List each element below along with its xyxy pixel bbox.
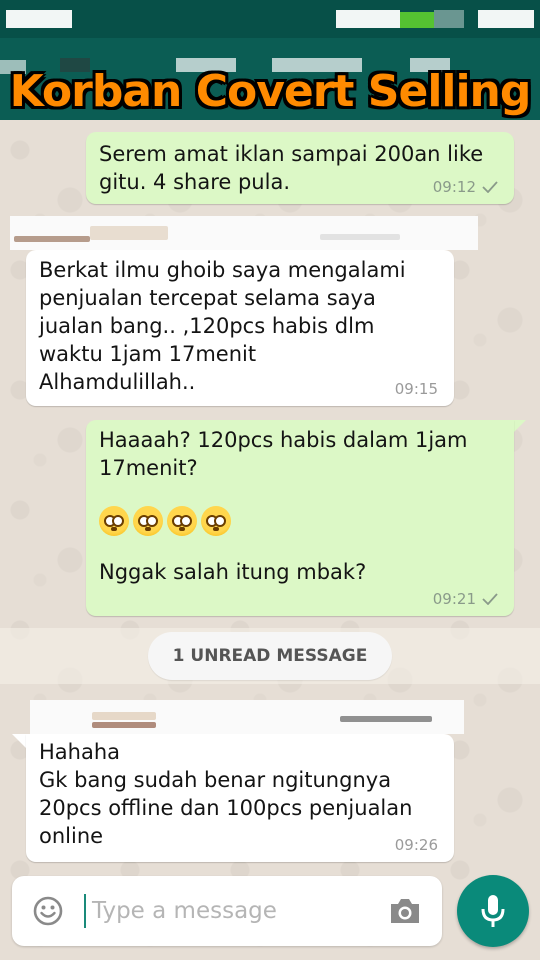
message-composer[interactable]: Type a message	[12, 876, 442, 946]
emoji-row	[99, 506, 500, 540]
message-bubble-incoming[interactable]: Hahaha Gk bang sudah benar ngitungnya 20…	[26, 734, 454, 862]
mic-icon	[481, 895, 505, 927]
redacted-area	[14, 236, 90, 242]
redacted-area	[340, 716, 432, 722]
bubble-tail	[512, 420, 526, 434]
message-time: 09:12	[432, 178, 476, 196]
camera-icon[interactable]	[388, 896, 422, 926]
redacted-area	[92, 712, 156, 720]
text-cursor	[84, 894, 86, 928]
redacted-area	[336, 10, 400, 28]
flushed-face-emoji	[99, 506, 129, 536]
battery-indicator	[400, 12, 434, 28]
message-meta: 09:15	[395, 380, 438, 398]
message-bubble-incoming[interactable]: Berkat ilmu ghoib saya mengalami penjual…	[26, 250, 454, 406]
message-text: Berkat ilmu ghoib saya mengalami penjual…	[39, 258, 406, 394]
check-icon	[482, 593, 498, 605]
unread-message-badge: 1 UNREAD MESSAGE	[148, 632, 392, 680]
redacted-area	[6, 10, 72, 28]
mic-button[interactable]	[457, 875, 529, 947]
emoji-icon[interactable]	[32, 895, 64, 927]
check-icon	[482, 181, 498, 193]
message-text: Haaaah? 120pcs habis dalam 1jam 17menit?	[99, 428, 468, 480]
message-bubble-outgoing[interactable]: Serem amat iklan sampai 200an like gitu.…	[86, 132, 514, 204]
message-meta: 09:26	[395, 836, 438, 854]
message-meta: 09:21	[433, 590, 498, 608]
message-time: 09:26	[394, 836, 438, 854]
bubble-tail	[12, 734, 26, 748]
message-text: Hahaha Gk bang sudah benar ngitungnya 20…	[39, 740, 413, 848]
message-time: 09:15	[394, 380, 438, 398]
sender-name-redacted	[10, 216, 478, 250]
redacted-area	[92, 722, 156, 728]
chat-header: Korban Covert Selling	[0, 0, 540, 120]
flushed-face-emoji	[167, 506, 197, 536]
flushed-face-emoji	[133, 506, 163, 536]
redacted-area	[434, 10, 464, 28]
message-input[interactable]: Type a message	[92, 896, 277, 926]
message-meta: 09:12	[433, 178, 498, 196]
message-text: Nggak salah itung mbak?	[99, 560, 367, 584]
message-time: 09:21	[432, 590, 476, 608]
redacted-area	[320, 234, 400, 240]
redacted-area	[478, 10, 534, 28]
overlay-title: Korban Covert Selling	[9, 66, 532, 117]
message-bubble-outgoing[interactable]: Haaaah? 120pcs habis dalam 1jam 17menit?…	[86, 420, 514, 616]
redacted-area	[90, 226, 168, 240]
flushed-face-emoji	[201, 506, 231, 536]
